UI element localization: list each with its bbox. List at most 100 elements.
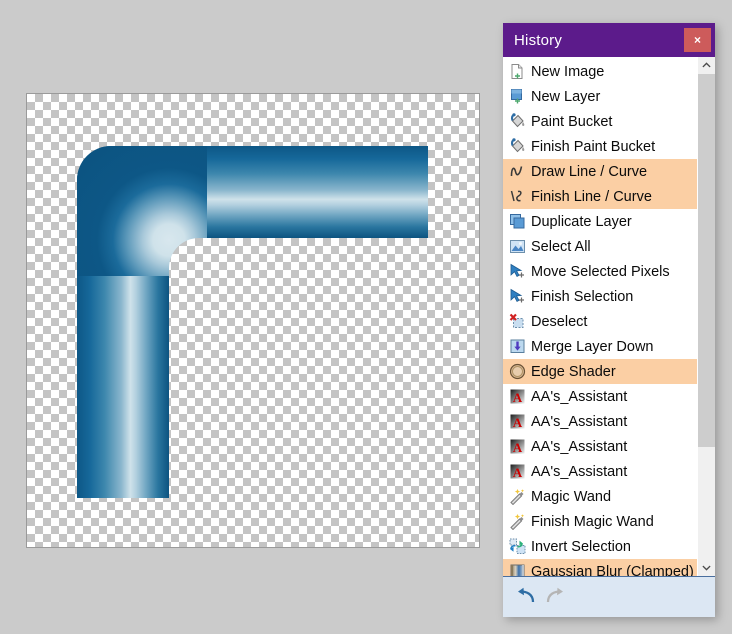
paint-bucket-icon [509,138,526,155]
svg-text:A: A [513,440,523,455]
scrollbar-thumb[interactable] [698,74,715,448]
line-curve-icon [509,163,526,180]
history-item-label: New Layer [531,88,601,105]
redo-button[interactable] [542,584,568,610]
history-item[interactable]: Finish Selection [503,284,697,309]
history-item[interactable]: Select All [503,234,697,259]
paint-application-window: History × New Image New Layer Paint Bucket… [0,0,732,634]
gaussian-blur-icon [509,563,526,576]
magic-wand-icon [510,514,525,530]
history-item[interactable]: Duplicate Layer [503,209,697,234]
image-canvas[interactable] [26,93,480,548]
aa-assistant-icon: A [510,439,525,455]
history-panel-title-bar[interactable]: History × [503,23,715,57]
deselect-icon [509,313,526,330]
history-item-label: Select All [531,238,591,255]
history-item-label: New Image [531,63,605,80]
history-item-label: AA's_Assistant [531,388,628,405]
invert-selection-icon [509,538,526,555]
history-item[interactable]: A AA's_Assistant [503,459,697,484]
svg-text:A: A [513,390,523,405]
history-item[interactable]: A AA's_Assistant [503,384,697,409]
move-selection-icon [509,288,526,305]
paint-bucket-icon [510,138,525,153]
select-all-icon [510,240,525,253]
history-item-label: Merge Layer Down [531,338,654,355]
magic-wand-icon [510,489,525,505]
history-item-label: Finish Magic Wand [531,513,654,530]
new-layer-icon [509,88,526,105]
aa-assistant-icon: A [509,463,526,480]
history-item-label: Paint Bucket [531,113,613,130]
history-scrollbar[interactable] [697,57,715,576]
history-item-label: Move Selected Pixels [531,263,670,280]
move-selection-icon [510,288,524,303]
invert-selection-icon [509,538,526,554]
panel-title-label: History [514,31,563,49]
history-item[interactable]: New Layer [503,84,697,109]
history-item-label: Gaussian Blur (Clamped) [531,563,694,577]
history-item[interactable]: Invert Selection [503,534,697,559]
history-item-label: AA's_Assistant [531,438,628,455]
redo-arrow-icon [546,587,563,603]
undo-button[interactable] [513,584,539,610]
paint-bucket-icon [510,113,525,128]
history-item-label: Finish Line / Curve [531,188,652,205]
svg-text:A: A [513,465,523,480]
aa-assistant-icon: A [510,464,525,480]
svg-text:A: A [513,415,523,430]
history-item-label: Finish Paint Bucket [531,138,656,155]
canvas-artwork-elbow-pipe [27,94,479,547]
move-selection-icon [510,263,524,278]
edge-shader-icon [509,363,526,380]
history-item-label: AA's_Assistant [531,463,628,480]
scroll-up-button[interactable] [698,57,715,74]
close-icon[interactable]: × [684,28,711,52]
history-item[interactable]: Merge Layer Down [503,334,697,359]
magic-wand-icon [509,513,526,530]
edge-shader-icon [509,363,526,380]
aa-assistant-icon: A [510,389,525,405]
history-item-label: Invert Selection [531,538,631,555]
duplicate-layer-icon [510,214,525,229]
merge-layer-down-icon [510,339,525,353]
history-item[interactable]: New Image [503,59,697,84]
paint-bucket-icon [509,113,526,130]
deselect-icon [509,313,524,328]
history-item[interactable]: Draw Line / Curve [503,159,697,184]
history-item-label: Magic Wand [531,488,612,505]
history-item[interactable]: Finish Magic Wand [503,509,697,534]
aa-assistant-icon: A [509,413,526,430]
history-footer-toolbar [503,576,715,617]
line-curve-icon [510,166,523,177]
history-list[interactable]: New Image New Layer Paint Bucket Finish Pai… [503,57,697,576]
chevron-down-icon [702,565,711,571]
history-item[interactable]: Deselect [503,309,697,334]
history-item[interactable]: A AA's_Assistant [503,409,697,434]
aa-assistant-icon: A [509,438,526,455]
history-item-label: Duplicate Layer [531,213,632,230]
move-selection-icon [509,263,526,280]
history-item[interactable]: Magic Wand [503,484,697,509]
history-item[interactable]: Finish Paint Bucket [503,134,697,159]
scrollbar-track[interactable] [698,74,715,559]
scroll-down-button[interactable] [698,559,715,576]
history-item[interactable]: Paint Bucket [503,109,697,134]
history-item-label: Draw Line / Curve [531,163,648,180]
history-item[interactable]: A AA's_Assistant [503,434,697,459]
history-item[interactable]: Gaussian Blur (Clamped) [503,559,697,576]
chevron-up-icon [702,62,711,68]
history-panel: History × New Image New Layer Paint Bucket… [503,23,715,617]
history-item[interactable]: Edge Shader [503,359,697,384]
history-item-label: Finish Selection [531,288,634,305]
new-layer-icon [511,89,522,104]
history-item-label: AA's_Assistant [531,413,628,430]
duplicate-layer-icon [509,213,526,230]
history-item[interactable]: Move Selected Pixels [503,259,697,284]
history-item[interactable]: Finish Line / Curve [503,184,697,209]
aa-assistant-icon: A [510,414,525,430]
finish-line-curve-icon [509,188,526,205]
new-image-icon [511,64,523,79]
history-item-label: Deselect [531,313,588,330]
history-panel-body: New Image New Layer Paint Bucket Finish Pai… [503,57,715,576]
